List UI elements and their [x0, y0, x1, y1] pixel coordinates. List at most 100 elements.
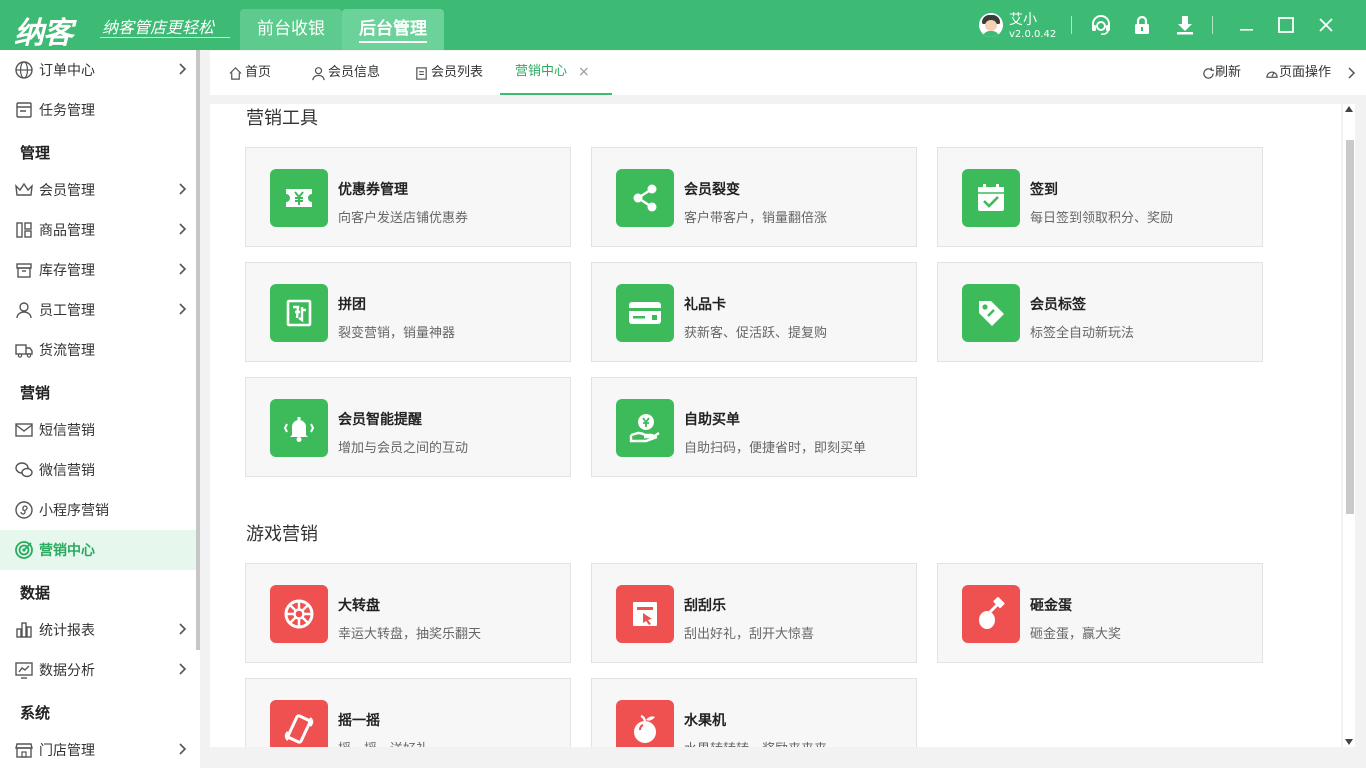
- chevron-right-icon: [178, 742, 188, 760]
- card-title: 自助买单: [684, 412, 740, 428]
- home-icon: [229, 66, 242, 80]
- card-scratch-card[interactable]: 刮刮乐 刮出好礼，刮开大惊喜: [591, 563, 917, 663]
- app-slogan: 纳客管店更轻松: [102, 18, 215, 37]
- card-desc: 客户带客户，销量翻倍涨: [684, 211, 828, 226]
- scroll-down-icon[interactable]: [1345, 739, 1353, 745]
- sidebar-item-marketing-center[interactable]: 营销中心: [0, 530, 196, 570]
- self-pay-icon: [616, 399, 674, 457]
- lock-icon[interactable]: [1130, 13, 1154, 37]
- sidebar-item-label: 统计报表: [39, 623, 95, 639]
- content-scrollbar-thumb[interactable]: [1346, 140, 1354, 514]
- coupon-icon: [270, 169, 328, 227]
- tab-marketing-center-label: 营销中心: [515, 64, 568, 79]
- sidebar-item-logistics-management[interactable]: 货流管理: [0, 330, 196, 370]
- sidebar-item-wechat-marketing[interactable]: 微信营销: [0, 450, 196, 490]
- card-coupon-management[interactable]: 优惠券管理 向客户发送店铺优惠券: [245, 147, 571, 247]
- sidebar-item-staff-management[interactable]: 员工管理: [0, 290, 196, 330]
- tab-front-cashier[interactable]: 前台收银: [240, 9, 342, 50]
- card-desc: 裂变营销，销量神器: [338, 326, 456, 341]
- card-group-buy[interactable]: 拼团 裂变营销，销量神器: [245, 262, 571, 362]
- chevron-right-icon: [178, 662, 188, 680]
- tab-backend-management[interactable]: 后台管理: [342, 9, 444, 50]
- page-operations-label: 页面操作: [1279, 65, 1332, 80]
- card-title: 优惠券管理: [338, 182, 408, 198]
- miniapp-icon: [14, 500, 34, 520]
- bar-chart-icon: [14, 620, 34, 640]
- shake-icon: [270, 700, 328, 747]
- sidebar-item-label: 订单中心: [39, 63, 95, 79]
- sidebar-item-order-center[interactable]: 订单中心: [0, 50, 196, 90]
- sidebar: 订单中心 任务管理 管理 会员管理 商品管理 库存管理 员工管理 货流管理 营销…: [0, 50, 200, 768]
- card-desc: 获新客、促活跃、提复购: [684, 326, 828, 341]
- sidebar-item-store-management[interactable]: 门店管理: [0, 730, 196, 768]
- truck-icon: [14, 340, 34, 360]
- sidebar-item-label: 数据分析: [39, 663, 95, 679]
- sidebar-item-label: 货流管理: [39, 343, 95, 359]
- share-icon: [616, 169, 674, 227]
- sidebar-item-task-management[interactable]: 任务管理: [0, 90, 196, 130]
- customer-service-icon[interactable]: [1089, 13, 1113, 37]
- user-name[interactable]: 艾小: [1009, 9, 1037, 29]
- scratch-card-icon: [616, 585, 674, 643]
- tab-member-list[interactable]: 会员列表: [414, 51, 483, 95]
- sidebar-item-goods-management[interactable]: 商品管理: [0, 210, 196, 250]
- close-icon[interactable]: [1314, 13, 1338, 37]
- scroll-up-icon[interactable]: [1345, 106, 1353, 112]
- page-operations-button[interactable]: 页面操作: [1265, 51, 1331, 95]
- card-gift-card[interactable]: 礼品卡 获新客、促活跃、提复购: [591, 262, 917, 362]
- sidebar-item-member-management[interactable]: 会员管理: [0, 170, 196, 210]
- card-lucky-wheel[interactable]: 大转盘 幸运大转盘，抽奖乐翻天: [245, 563, 571, 663]
- sidebar-item-inventory-management[interactable]: 库存管理: [0, 250, 196, 290]
- sidebar-item-miniapp-marketing[interactable]: 小程序营销: [0, 490, 196, 530]
- list-icon: [416, 66, 427, 80]
- bell-icon: [270, 399, 328, 457]
- sidebar-item-label: 库存管理: [39, 263, 95, 279]
- card-desc: 幸运大转盘，抽奖乐翻天: [338, 627, 482, 642]
- close-icon[interactable]: ×: [578, 50, 590, 94]
- app-logo: 纳客: [14, 16, 73, 51]
- card-check-in[interactable]: 签到 每日签到领取积分、奖励: [937, 147, 1263, 247]
- tab-home[interactable]: 首页: [228, 51, 271, 95]
- download-icon[interactable]: [1173, 13, 1197, 37]
- refresh-label: 刷新: [1215, 65, 1242, 80]
- sidebar-item-data-analysis[interactable]: 数据分析: [0, 650, 196, 690]
- minimize-icon[interactable]: [1234, 13, 1258, 37]
- line-chart-icon: [14, 660, 34, 680]
- card-golden-egg[interactable]: 砸金蛋 砸金蛋，赢大奖: [937, 563, 1263, 663]
- sidebar-item-statistics-report[interactable]: 统计报表: [0, 610, 196, 650]
- task-icon: [14, 100, 34, 120]
- chevron-right-icon: [178, 302, 188, 320]
- gauge-icon: [1266, 71, 1278, 78]
- maximize-icon[interactable]: [1274, 13, 1298, 37]
- card-title: 刮刮乐: [684, 598, 726, 614]
- tab-marketing-center[interactable]: 营销中心 ×: [500, 51, 612, 95]
- title-bar: 纳客 纳客管店更轻松 前台收银 后台管理 艾小 v2.0.0.42: [0, 0, 1366, 51]
- user-avatar[interactable]: [979, 13, 1003, 37]
- sidebar-item-label: 会员管理: [39, 183, 95, 199]
- tab-member-info-label: 会员信息: [328, 65, 381, 80]
- card-title: 大转盘: [338, 598, 380, 614]
- sidebar-item-label: 小程序营销: [39, 503, 109, 519]
- refresh-button[interactable]: 刷新: [1202, 51, 1241, 95]
- store-icon: [14, 740, 34, 760]
- tab-member-info[interactable]: 会员信息: [311, 51, 380, 95]
- marketing-center-content: 营销工具 优惠券管理 向客户发送店铺优惠券 会员裂变 客户带客户，销量翻倍涨 签…: [210, 104, 1341, 747]
- card-desc: 向客户发送店铺优惠券: [338, 211, 469, 226]
- card-member-smart-reminder[interactable]: 会员智能提醒 增加与会员之间的互动: [245, 377, 571, 477]
- card-shake[interactable]: 摇一摇 摇一摇，送好礼: [245, 678, 571, 747]
- sidebar-item-label: 员工管理: [39, 303, 95, 319]
- sidebar-item-sms-marketing[interactable]: 短信营销: [0, 410, 196, 450]
- sidebar-item-label: 门店管理: [39, 743, 95, 759]
- card-desc: 标签全自动新玩法: [1030, 326, 1135, 341]
- sidebar-scrollbar[interactable]: [196, 50, 200, 650]
- chevron-right-icon[interactable]: [1347, 51, 1357, 95]
- chevron-right-icon: [178, 62, 188, 80]
- sidebar-section-management: 管理: [20, 144, 51, 162]
- card-member-tag[interactable]: 会员标签 标签全自动新玩法: [937, 262, 1263, 362]
- gift-card-icon: [616, 284, 674, 342]
- card-title: 砸金蛋: [1030, 598, 1072, 614]
- card-self-pay[interactable]: 自助买单 自助扫码，便捷省时，即刻买单: [591, 377, 917, 477]
- card-fruit-machine[interactable]: 水果机 水果转转转，奖励来来来: [591, 678, 917, 747]
- divider: [1071, 16, 1072, 34]
- card-member-fission[interactable]: 会员裂变 客户带客户，销量翻倍涨: [591, 147, 917, 247]
